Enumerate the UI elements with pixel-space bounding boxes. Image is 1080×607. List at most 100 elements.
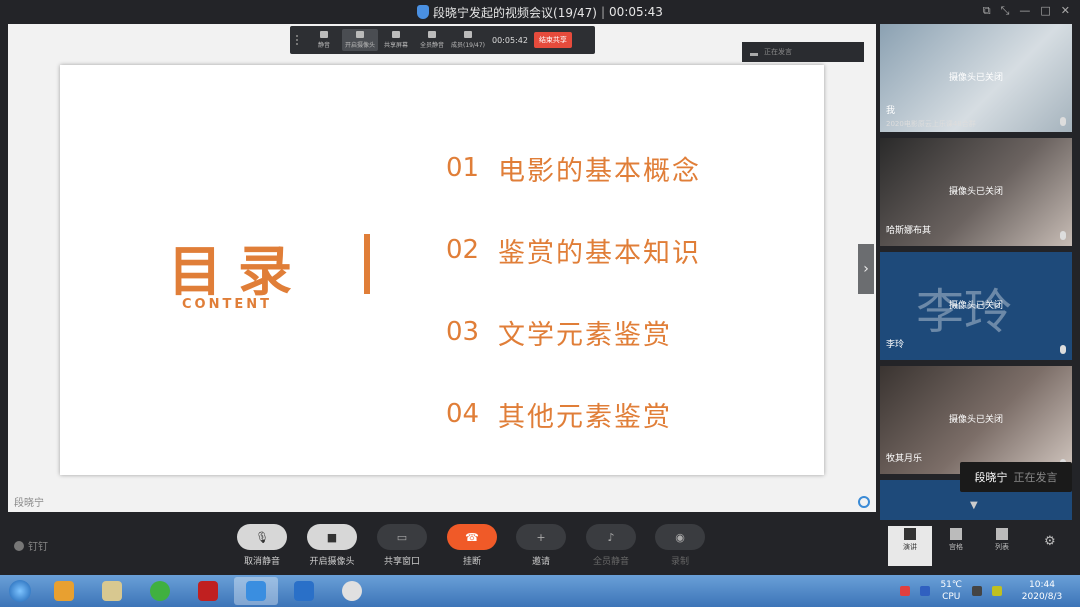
camera-off-status: 摄像头已关闭 <box>948 187 1003 197</box>
share-window-icon: ▭ <box>377 524 427 550</box>
mute-all-label: 全员静音 <box>592 557 629 567</box>
taskbar-app[interactable] <box>138 577 182 605</box>
slide-title: 目录 <box>168 239 308 303</box>
float-camera-button[interactable]: 开启摄像头 <box>342 29 378 51</box>
speaking-name: 段晓宁 <box>974 471 1008 484</box>
record-button[interactable]: ◉ 录制 <box>650 524 710 567</box>
participant-tile[interactable]: 摄像头已关闭 牧其月乐 <box>880 366 1072 474</box>
app-icon <box>198 581 218 601</box>
float-share-label: 共享屏幕 <box>383 42 408 49</box>
help-icon[interactable] <box>920 586 931 596</box>
float-members-button[interactable]: 成员(19/47) <box>450 31 486 49</box>
share-window-label: 共享窗口 <box>383 557 420 567</box>
view-grid-button[interactable]: 宫格 <box>934 526 978 566</box>
tray-icon[interactable] <box>900 586 911 596</box>
window-title: 段晓宁发起的视频会议(19/47) <box>433 5 597 20</box>
float-share-button[interactable]: 共享屏幕 <box>378 31 414 49</box>
participant-tile[interactable]: 摄像头已关闭 我 2020电影原云上乐课48合群 <box>880 24 1072 132</box>
participant-name: 我 <box>886 106 896 116</box>
hangup-button[interactable]: ☎ 挂断 <box>442 524 502 567</box>
drag-handle-icon[interactable] <box>296 35 300 45</box>
unmute-label: 取消静音 <box>243 557 280 567</box>
invite-label: 邀请 <box>531 557 550 567</box>
taskbar-app[interactable] <box>42 577 86 605</box>
title-bar: 段晓宁发起的视频会议(19/47) | 00:05:43 ⧉ ⤡ — □ ✕ <box>0 0 1080 24</box>
windows-logo-icon <box>9 580 31 602</box>
minimize-icon[interactable]: — <box>1019 4 1030 18</box>
float-mute-all-button[interactable]: 全员静音 <box>414 31 450 49</box>
meeting-elapsed-time: 00:05:43 <box>609 5 663 19</box>
cpu-temp: 51℃ CPU <box>940 579 962 603</box>
title-separator: | <box>601 5 606 19</box>
pip-icon[interactable]: ⧉ <box>983 4 991 18</box>
mute-all-button[interactable]: ♪ 全员静音 <box>581 524 641 567</box>
view-list-button[interactable]: 列表 <box>980 526 1024 566</box>
network-icon[interactable] <box>972 586 982 596</box>
float-members-label: 成员(19/47) <box>451 42 485 49</box>
toc-number: 03 <box>446 317 480 347</box>
shield-icon <box>417 5 430 19</box>
presenter-label: 段晓宁 <box>14 498 44 509</box>
video-meeting-window: 段晓宁发起的视频会议(19/47) | 00:05:43 ⧉ ⤡ — □ ✕ 目… <box>0 0 1080 607</box>
taskbar-app-active[interactable] <box>234 577 278 605</box>
participant-list: 摄像头已关闭 我 2020电影原云上乐课48合群 摄像头已关闭 哈斯娜布其 李玲… <box>880 24 1072 526</box>
participant-name: 哈斯娜布其 <box>886 226 932 236</box>
presentation-slide: 目录 CONTENT 01 电影的基本概念 02 鉴赏的基本知识 03 文学元素… <box>60 65 824 475</box>
participant-tile[interactable]: 摄像头已关闭 哈斯娜布其 <box>880 138 1072 246</box>
taskbar-app[interactable] <box>330 577 374 605</box>
taskbar-app[interactable] <box>186 577 230 605</box>
os-taskbar: 51℃ CPU 10:44 2020/8/3 <box>0 575 1080 607</box>
clock-date: 2020/8/3 <box>1021 592 1063 602</box>
toc-text: 鉴赏的基本知识 <box>498 237 701 269</box>
signal-icon <box>750 48 758 56</box>
app-logo: 钉钉 <box>14 538 48 553</box>
speaking-toast: 段晓宁 正在发言 <box>960 462 1072 492</box>
toc-item: 01 电影的基本概念 <box>446 127 701 209</box>
call-control-bar: 钉钉 🎙 取消静音 ■ 开启摄像头 ▭ 共享窗口 ☎ 挂断 + 邀请 ♪ 全员静… <box>0 520 1080 574</box>
camera-button[interactable]: ■ 开启摄像头 <box>302 524 362 567</box>
speaker-view-icon <box>904 528 916 540</box>
view-speaker-button[interactable]: 演讲 <box>888 526 932 566</box>
folder-icon <box>102 581 122 601</box>
taskbar-app[interactable] <box>90 577 134 605</box>
share-icon <box>392 31 400 38</box>
browser-icon <box>150 581 170 601</box>
view-grid-label: 宫格 <box>949 543 963 551</box>
temperature-text: 51℃ <box>940 580 962 590</box>
camera-icon <box>356 31 364 38</box>
members-icon <box>464 31 472 38</box>
app-icon <box>294 581 314 601</box>
end-share-button[interactable]: 结束共享 <box>533 32 572 48</box>
float-timer: 00:05:42 <box>492 35 528 45</box>
unmute-button[interactable]: 🎙 取消静音 <box>232 524 292 567</box>
hangup-icon: ☎ <box>447 524 497 550</box>
record-icon: ◉ <box>655 524 705 550</box>
close-icon[interactable]: ✕ <box>1061 4 1070 18</box>
layout-switcher: 演讲 宫格 列表 <box>888 526 1024 566</box>
speaker-indicator[interactable]: 正在发言 <box>742 42 864 62</box>
mic-icon <box>320 31 328 38</box>
maximize-icon[interactable]: □ <box>1040 4 1050 18</box>
taskbar-app[interactable] <box>282 577 326 605</box>
toc-text: 文学元素鉴赏 <box>498 319 672 351</box>
share-window-button[interactable]: ▭ 共享窗口 <box>372 524 432 567</box>
float-mute-button[interactable]: 静音 <box>306 31 342 49</box>
toc-item: 03 文学元素鉴赏 <box>446 291 701 373</box>
shared-screen-stage: 目录 CONTENT 01 电影的基本概念 02 鉴赏的基本知识 03 文学元素… <box>8 24 876 512</box>
fullscreen-icon[interactable]: ⤡ <box>1001 4 1010 18</box>
system-clock[interactable]: 10:44 2020/8/3 <box>1012 579 1072 603</box>
tray-icon[interactable] <box>992 586 1002 596</box>
refresh-icon[interactable] <box>858 496 870 508</box>
toc-text: 电影的基本概念 <box>498 155 701 187</box>
toc-number: 02 <box>446 235 480 265</box>
chevron-down-icon[interactable]: ▼ <box>970 500 978 511</box>
collapse-panel-icon[interactable]: › <box>858 244 874 294</box>
start-button[interactable] <box>2 576 38 606</box>
cpu-label: CPU <box>942 592 961 602</box>
invite-button[interactable]: + 邀请 <box>511 524 571 567</box>
camera-icon: ■ <box>307 524 357 550</box>
toc-number: 04 <box>446 399 480 429</box>
app-icon <box>342 581 362 601</box>
gear-icon[interactable]: ⚙ <box>1044 534 1056 549</box>
participant-tile[interactable]: 李玲 摄像头已关闭 李玲 <box>880 252 1072 360</box>
